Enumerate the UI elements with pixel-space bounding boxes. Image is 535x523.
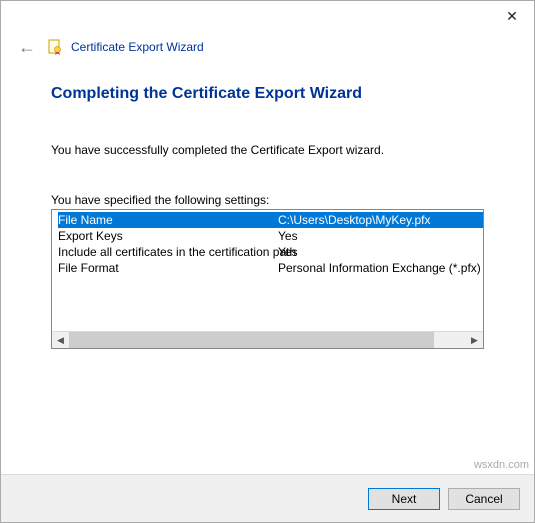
back-button[interactable]: ← xyxy=(15,35,39,59)
intro-text: You have successfully completed the Cert… xyxy=(51,143,484,157)
settings-row-label: File Format xyxy=(58,260,278,276)
settings-row-label: Include all certificates in the certific… xyxy=(58,244,278,260)
settings-row[interactable]: File FormatPersonal Information Exchange… xyxy=(58,260,483,276)
dialog-footer: Next Cancel xyxy=(1,474,534,522)
cancel-button[interactable]: Cancel xyxy=(448,488,520,510)
settings-table: File NameC:\Users\Desktop\MyKey.pfxExpor… xyxy=(52,210,483,331)
settings-list: File NameC:\Users\Desktop\MyKey.pfxExpor… xyxy=(51,209,484,349)
settings-row-label: Export Keys xyxy=(58,228,278,244)
certificate-icon xyxy=(47,39,63,55)
settings-row[interactable]: Export KeysYes xyxy=(58,228,483,244)
chevron-left-icon: ◀ xyxy=(57,335,64,346)
page-heading: Completing the Certificate Export Wizard xyxy=(51,85,484,103)
settings-row-value: C:\Users\Desktop\MyKey.pfx xyxy=(278,212,483,228)
scroll-thumb[interactable] xyxy=(69,332,434,349)
next-button[interactable]: Next xyxy=(368,488,440,510)
back-arrow-icon: ← xyxy=(18,37,36,58)
chevron-right-icon: ▶ xyxy=(471,335,478,346)
wizard-title: Certificate Export Wizard xyxy=(71,40,204,54)
close-icon: ✕ xyxy=(506,8,518,25)
settings-row-value: Personal Information Exchange (*.pfx) xyxy=(278,260,483,276)
header-row: ← Certificate Export Wizard xyxy=(1,31,534,67)
settings-row-value: Yes xyxy=(278,228,483,244)
content-area: Completing the Certificate Export Wizard… xyxy=(1,67,534,474)
scroll-track[interactable] xyxy=(69,332,466,349)
horizontal-scrollbar[interactable]: ◀ ▶ xyxy=(52,331,483,348)
settings-row[interactable]: Include all certificates in the certific… xyxy=(58,244,483,260)
settings-label: You have specified the following setting… xyxy=(51,193,484,207)
settings-row[interactable]: File NameC:\Users\Desktop\MyKey.pfx xyxy=(58,212,483,228)
titlebar: ✕ xyxy=(1,1,534,31)
scroll-left-button[interactable]: ◀ xyxy=(52,332,69,349)
scroll-right-button[interactable]: ▶ xyxy=(466,332,483,349)
close-button[interactable]: ✕ xyxy=(490,1,534,31)
dialog-window: ✕ ← Certificate Export Wizard Completing… xyxy=(0,0,535,523)
settings-row-value: Yes xyxy=(278,244,483,260)
settings-row-label: File Name xyxy=(58,212,278,228)
